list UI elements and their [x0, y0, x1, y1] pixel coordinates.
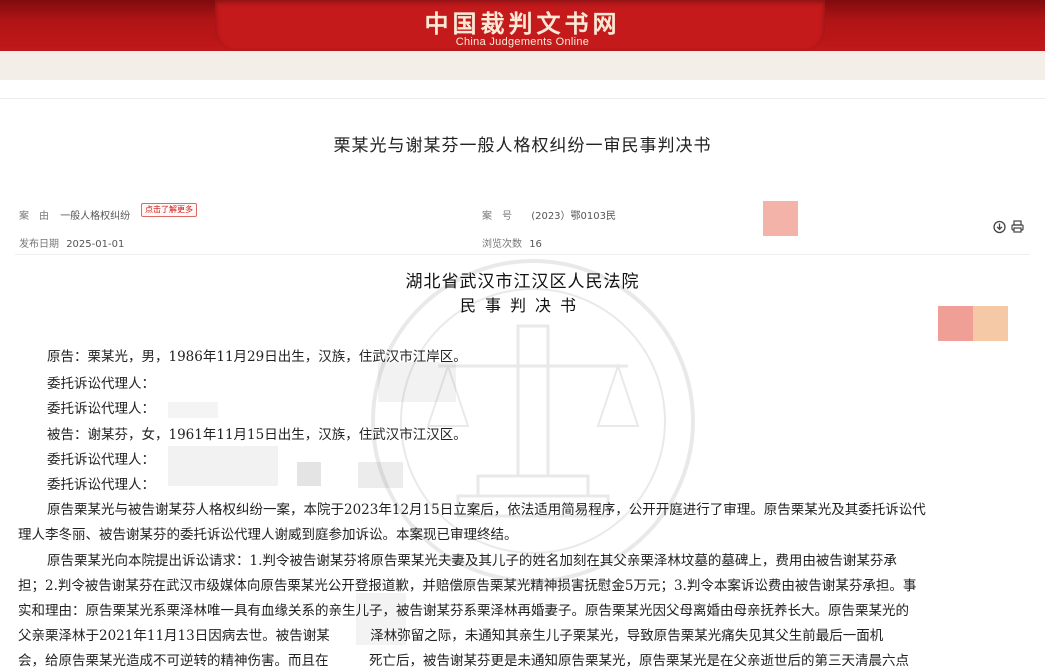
- paragraph-line: 实和理由：原告栗某光系栗泽林唯一具有血缘关系的亲生儿子，被告谢某芬系栗泽林再婚妻…: [18, 603, 909, 619]
- site-logo-cn[interactable]: 中国裁判文书网: [0, 4, 1045, 39]
- redaction-block: [168, 402, 218, 418]
- view-count: 浏览次数 16: [482, 235, 542, 250]
- case-cause: 案 由 一般人格权纠纷: [19, 207, 130, 222]
- party-defendant: 被告：谢某芬，女，1961年11月15日出生，汉族，住武汉市江汉区。: [47, 427, 467, 443]
- paragraph-line: 原告栗某光向本院提出诉讼请求：1.判令被告谢某芬将原告栗某光夫妻及其儿子的姓名加…: [47, 553, 897, 569]
- paragraph-line: 原告栗某光与被告谢某芬人格权纠纷一案，本院于2023年12月15日立案后，依法适…: [47, 502, 926, 518]
- document-title: 栗某光与谢某芬一般人格权纠纷一审民事判决书: [333, 136, 712, 156]
- party-plaintiff: 原告：栗某光，男，1986年11月29日出生，汉族，住武汉市江岸区。: [47, 349, 467, 365]
- case-number-label: 案 号: [482, 211, 512, 222]
- nav-strip: [0, 51, 1045, 80]
- redaction-block: [168, 446, 278, 486]
- paragraph-line: 会，给原告栗某光造成不可逆转的精神伤害。而且在 死亡后，被告谢某芬更是未通知原告…: [18, 653, 909, 669]
- site-logo-en: China Judgements Online: [455, 36, 590, 48]
- view-count-label: 浏览次数: [482, 239, 522, 250]
- publish-date: 发布日期 2025-01-01: [19, 235, 124, 250]
- plaintiff-agent-1: 委托诉讼代理人：: [47, 376, 155, 392]
- case-cause-value: 一般人格权纠纷: [60, 211, 131, 222]
- case-cause-label: 案 由: [19, 211, 49, 222]
- case-number-value: (2023）鄂0103民: [531, 211, 616, 222]
- document-type: 民事判决书: [459, 296, 585, 315]
- learn-more-button[interactable]: 点击了解更多: [141, 203, 197, 217]
- paragraph-line: 担；2.判令被告谢某芬在武汉市级媒体向原告栗某光公开登报道歉，并赔偿原告栗某光精…: [18, 578, 917, 594]
- redaction-block: [297, 462, 321, 486]
- view-count-value: 16: [529, 239, 542, 250]
- court-name: 湖北省武汉市江汉区人民法院: [405, 272, 640, 292]
- plaintiff-agent-2: 委托诉讼代理人：: [47, 401, 155, 417]
- publish-date-label: 发布日期: [19, 239, 59, 250]
- defendant-agent-1: 委托诉讼代理人：: [47, 452, 155, 468]
- defendant-agent-2: 委托诉讼代理人：: [47, 477, 155, 493]
- paragraph-line: 父亲栗泽林于2021年11月13日因病去世。被告谢某 泽林弥留之际，未通知其亲生…: [18, 628, 884, 644]
- case-number: 案 号 (2023）鄂0103民: [482, 207, 616, 222]
- publish-date-value: 2025-01-01: [66, 239, 125, 250]
- download-icon[interactable]: [992, 219, 1007, 234]
- redaction-block: [763, 201, 798, 236]
- site-header: 中国裁判文书网 China Judgements Online: [0, 0, 1045, 51]
- paragraph-line: 理人李冬丽、被告谢某芬的委托诉讼代理人谢威到庭参加诉讼。本案现已审理终结。: [18, 527, 518, 543]
- meta-divider: [15, 254, 1030, 255]
- divider: [0, 98, 1045, 99]
- print-icon[interactable]: [1010, 219, 1025, 234]
